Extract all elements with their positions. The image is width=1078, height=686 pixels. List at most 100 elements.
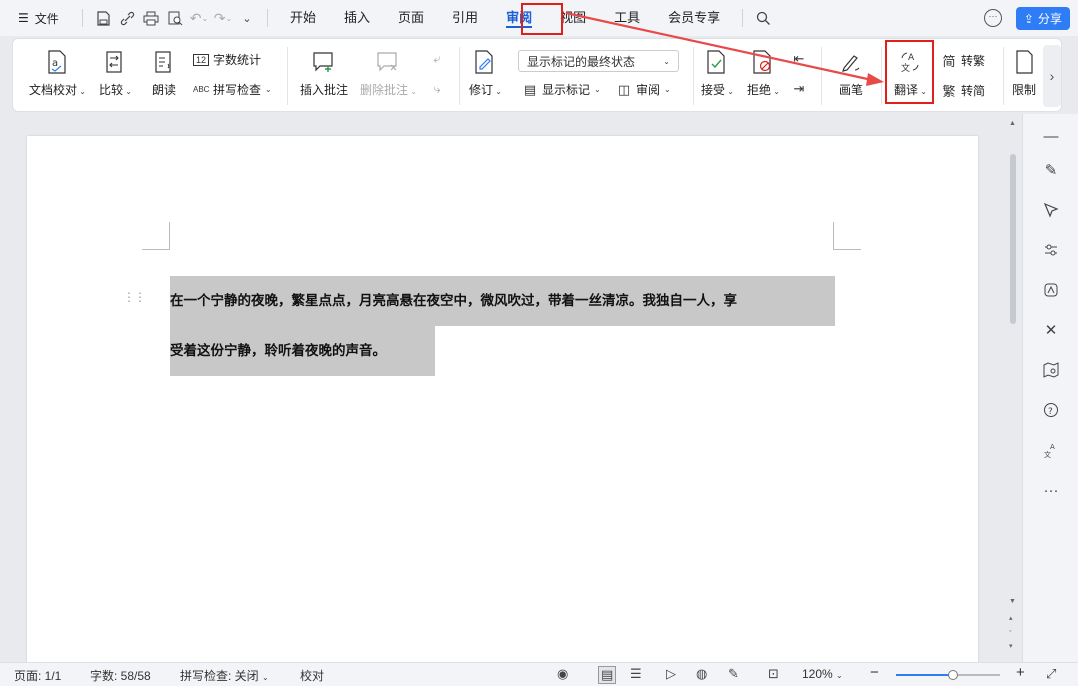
chevron-down-icon: ⌄ — [408, 87, 417, 96]
search-icon[interactable] — [751, 6, 775, 30]
zoom-slider-fill — [896, 674, 954, 676]
next-change-button[interactable]: ⇥ — [791, 81, 807, 97]
to-traditional-button[interactable]: 简 转繁 — [941, 51, 985, 70]
menu-bar: ☰ 文件 ↶ ⌄ ↷ ⌄ ⌄ 开始 插入 页面 引用 审阅 视图 工具 会员专享 — [0, 0, 1078, 36]
reject-button[interactable]: 拒绝 ⌄ — [747, 49, 780, 98]
chevron-down-icon: ⌄ — [123, 87, 132, 96]
word-count-indicator[interactable]: 字数: 58/58 — [90, 667, 151, 684]
tab-member[interactable]: 会员专享 — [654, 0, 734, 36]
insert-comment-icon — [311, 49, 337, 75]
more-icon[interactable]: ··· — [1039, 478, 1063, 502]
reject-label: 拒绝 — [747, 83, 772, 97]
pen-label: 画笔 — [838, 83, 863, 97]
document-page[interactable]: ⋮⋮ 在一个宁静的夜晚，繁星点点，月亮高悬在夜空中，微风吹过，带着一丝清凉。我独… — [27, 136, 978, 662]
to-simplified-button[interactable]: 繁 转简 — [941, 81, 985, 100]
chevron-down-icon: ⌄ — [836, 671, 843, 680]
doc-proofread-button[interactable]: a 文档校对 ⌄ — [29, 49, 86, 98]
svg-text:?: ? — [1048, 407, 1053, 417]
review-pane-icon: ◫ — [617, 81, 631, 97]
delete-comment-button[interactable]: 删除批注 ⌄ — [360, 49, 417, 98]
play-icon[interactable]: ▷ — [666, 666, 676, 682]
undo-icon[interactable]: ↶ ⌄ — [187, 6, 211, 30]
drag-handle-icon[interactable]: ⋮⋮ — [123, 291, 146, 303]
previous-change-button[interactable]: ⇤ — [791, 51, 807, 67]
fullscreen-icon[interactable]: ⤢ — [1046, 666, 1056, 682]
chevron-down-icon: ⌄ — [265, 85, 272, 94]
edit-pen-icon[interactable]: ✎ — [1039, 158, 1063, 182]
word-count-button[interactable]: 12 字数统计 — [193, 51, 261, 68]
select-cursor-icon[interactable] — [1039, 198, 1063, 222]
spell-check-indicator[interactable]: 拼写检查: 关闭 ⌄ — [180, 667, 269, 684]
tab-references[interactable]: 引用 — [438, 0, 492, 36]
collapse-icon[interactable]: — — [1039, 124, 1063, 148]
spell-check-button[interactable]: ABC 拼写检查 ⌄ — [193, 81, 272, 98]
fit-page-icon[interactable]: ⊡ — [768, 666, 779, 682]
zoom-in-icon[interactable]: + — [1016, 664, 1025, 681]
link-icon[interactable] — [115, 6, 139, 30]
accept-button[interactable]: 接受 ⌄ — [701, 49, 734, 98]
compare-button[interactable]: 比较 ⌄ — [99, 49, 132, 98]
pen-mode-icon[interactable]: ✎ — [728, 666, 739, 682]
show-markup-button[interactable]: ▤ 显示标记 ⌄ — [522, 81, 601, 98]
spell-check-label: 拼写检查 — [213, 83, 262, 97]
selected-paragraph[interactable]: 在一个宁静的夜晚，繁星点点，月亮高悬在夜空中，微风吹过，带着一丝清凉。我独自一人… — [170, 276, 840, 376]
tools-icon[interactable]: ✕ — [1039, 318, 1063, 342]
page-view-icon[interactable]: ▤ — [598, 666, 617, 684]
translate-button[interactable]: A文 翻译 ⌄ — [894, 49, 927, 98]
print-preview-icon[interactable] — [163, 6, 187, 30]
previous-page-icon[interactable]: ▴ — [1009, 614, 1013, 622]
pen-button[interactable]: 画笔 — [838, 49, 864, 98]
divider — [881, 47, 882, 105]
tab-page[interactable]: 页面 — [384, 0, 438, 36]
page-indicator[interactable]: 页面: 1/1 — [14, 667, 61, 684]
svg-text:A: A — [1050, 443, 1055, 451]
file-menu[interactable]: ☰ 文件 — [0, 10, 74, 27]
insert-comment-label: 插入批注 — [300, 83, 349, 97]
read-aloud-button[interactable]: 朗读 — [151, 49, 177, 98]
zoom-slider[interactable] — [896, 670, 1000, 680]
help-icon[interactable]: ? — [1039, 398, 1063, 422]
zoom-out-icon[interactable]: − — [870, 664, 879, 681]
zoom-level[interactable]: 120% ⌄ — [802, 667, 843, 681]
divider — [1003, 47, 1004, 105]
scroll-down-icon[interactable]: ▼ — [1009, 598, 1016, 605]
tab-home[interactable]: 开始 — [276, 0, 330, 36]
redo-icon[interactable]: ↷ ⌄ — [211, 6, 235, 30]
compare-icon — [102, 49, 128, 75]
adjust-sliders-icon[interactable] — [1039, 238, 1063, 262]
vertical-scrollbar[interactable]: ▲ ▼ ▴ ◦ ▾ — [1006, 118, 1020, 658]
map-search-icon[interactable] — [1039, 358, 1063, 382]
restrict-editing-button[interactable]: 限制 — [1011, 49, 1037, 98]
next-page-icon[interactable]: ▾ — [1009, 642, 1013, 650]
next-comment-button[interactable]: ⤷ — [429, 81, 445, 97]
chat-icon[interactable]: ··· — [984, 9, 1002, 27]
print-icon[interactable] — [139, 6, 163, 30]
previous-comment-button[interactable]: ⤶ — [429, 51, 445, 67]
browse-object-icon[interactable]: ◦ — [1009, 628, 1011, 635]
zoom-slider-handle[interactable] — [948, 670, 959, 680]
show-markup-icon: ▤ — [523, 81, 537, 97]
more-quick-actions-icon[interactable]: ⌄ — [235, 6, 259, 30]
web-view-icon[interactable]: ◍ — [696, 666, 707, 682]
review-pane-button[interactable]: ◫ 审阅 ⌄ — [616, 81, 671, 98]
ribbon-scroll-right-button[interactable]: › — [1043, 45, 1061, 107]
insert-comment-button[interactable]: 插入批注 — [300, 49, 348, 98]
track-changes-button[interactable]: 修订 ⌄ — [469, 49, 502, 98]
eye-icon[interactable]: ◉ — [557, 666, 568, 682]
tab-insert[interactable]: 插入 — [330, 0, 384, 36]
ai-assistant-icon[interactable] — [1039, 278, 1063, 302]
scrollbar-thumb[interactable] — [1010, 154, 1016, 324]
outline-view-icon[interactable]: ☰ — [630, 666, 642, 682]
proofread-indicator[interactable]: 校对 — [300, 667, 324, 684]
save-icon[interactable] — [91, 6, 115, 30]
tab-tools[interactable]: 工具 — [600, 0, 654, 36]
markup-state-select[interactable]: 显示标记的最终状态 ⌄ — [518, 50, 679, 72]
tab-review[interactable]: 审阅 — [492, 0, 546, 36]
scroll-up-icon[interactable]: ▲ — [1009, 120, 1016, 127]
chevron-down-icon: ⌄ — [262, 673, 269, 682]
svg-text:文: 文 — [901, 62, 910, 74]
divider — [82, 9, 83, 27]
share-button[interactable]: ⇪ 分享 — [1015, 7, 1070, 30]
tab-view[interactable]: 视图 — [546, 0, 600, 36]
translate-side-icon[interactable]: A文 — [1039, 438, 1063, 462]
